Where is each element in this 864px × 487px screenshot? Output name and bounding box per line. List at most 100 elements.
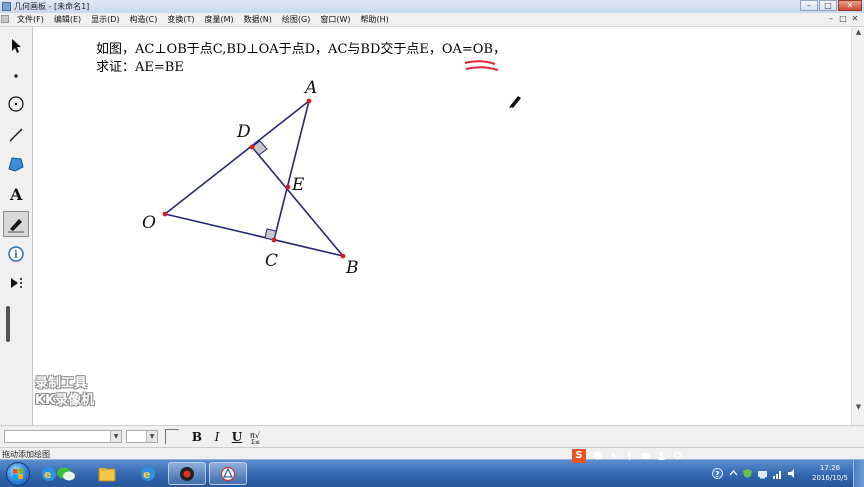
- windows-logo-icon: [13, 469, 23, 479]
- taskbar-wechat[interactable]: [47, 462, 85, 485]
- segment-bd[interactable]: [251, 146, 344, 257]
- geometry-figure: A B C D E O: [142, 60, 499, 278]
- text-tool[interactable]: A: [3, 181, 29, 207]
- label-o[interactable]: O: [142, 213, 156, 233]
- svg-text:A: A: [9, 185, 23, 203]
- color-swatch[interactable]: [165, 429, 179, 444]
- symbol-palette-icon: π√Σ≤: [250, 431, 261, 446]
- line-icon: [9, 128, 23, 142]
- menu-help[interactable]: 帮助(H): [356, 14, 394, 25]
- app-icon: [2, 2, 11, 11]
- toolbox: A i: [0, 27, 33, 425]
- menu-measure[interactable]: 度量(M): [200, 14, 239, 25]
- doc-minimize-button[interactable]: –: [826, 14, 836, 24]
- bold-button[interactable]: B: [189, 429, 205, 445]
- arrow-icon: [12, 39, 21, 53]
- pen-cursor-icon: [509, 96, 521, 108]
- svg-text:Σ≤: Σ≤: [251, 439, 260, 445]
- menu-data[interactable]: 数据(N): [239, 14, 277, 25]
- microphone-icon[interactable]: [624, 450, 635, 461]
- menu-edit[interactable]: 编辑(E): [49, 14, 86, 25]
- font-family-select[interactable]: ▼: [4, 430, 122, 443]
- keyboard-icon[interactable]: [640, 450, 651, 461]
- security-icon[interactable]: [742, 468, 753, 479]
- compass-tool[interactable]: [3, 91, 29, 117]
- doc-close-button[interactable]: ✕: [850, 14, 860, 24]
- network-icon[interactable]: [757, 468, 768, 479]
- menu-transform[interactable]: 变换(T): [162, 14, 199, 25]
- highlight-underline-1: [464, 60, 496, 65]
- help-icon[interactable]: ?: [712, 468, 723, 479]
- straightedge-tool[interactable]: [3, 122, 29, 148]
- scroll-up-icon[interactable]: ▲: [853, 27, 864, 38]
- menu-file[interactable]: 文件(F): [12, 14, 49, 25]
- maximize-button[interactable]: □: [819, 0, 837, 11]
- polygon-icon: [8, 157, 24, 172]
- start-button[interactable]: [6, 462, 30, 486]
- underline-button[interactable]: U: [229, 429, 245, 445]
- font-size-select[interactable]: ▼: [126, 430, 158, 443]
- clock-time: 17:26: [819, 464, 841, 472]
- point-a[interactable]: [306, 98, 312, 104]
- label-a[interactable]: A: [303, 78, 317, 98]
- pen-icon: [8, 219, 24, 233]
- minimize-button[interactable]: –: [800, 0, 818, 11]
- volume-icon[interactable]: [787, 468, 798, 479]
- scroll-down-icon[interactable]: ▼: [853, 402, 864, 413]
- clock[interactable]: 17:26 2016/10/5: [810, 463, 850, 483]
- user-icon[interactable]: [656, 450, 667, 461]
- taskbar-sketchpad[interactable]: [209, 462, 247, 485]
- doc-restore-button[interactable]: □: [838, 14, 848, 24]
- record-icon: [180, 466, 194, 481]
- point-e[interactable]: [285, 184, 291, 190]
- polygon-tool[interactable]: [3, 151, 29, 177]
- point-tool[interactable]: [3, 63, 29, 89]
- text-a-icon: A: [9, 185, 23, 203]
- taskbar-explorer[interactable]: [88, 462, 126, 485]
- clock-date: 2016/10/5: [812, 474, 848, 482]
- point-d[interactable]: [249, 144, 255, 150]
- point-b[interactable]: [340, 253, 346, 259]
- document-icon[interactable]: [1, 15, 9, 23]
- label-e[interactable]: E: [291, 175, 305, 195]
- menu-graph[interactable]: 绘图(G): [277, 14, 315, 25]
- signal-icon[interactable]: [772, 468, 783, 479]
- italic-button[interactable]: I: [209, 429, 225, 445]
- ime-punct-icon[interactable]: [608, 450, 619, 461]
- menu-window[interactable]: 窗口(W): [315, 14, 355, 25]
- title-bar: 几何画板 - [未命名1] – □ ✕: [0, 0, 864, 14]
- play-more-icon: [11, 278, 22, 288]
- wechat-icon: [57, 467, 75, 480]
- sketch-canvas[interactable]: 如图，AC⊥OB于点C,BD⊥OA于点D，AC与BD交于点E，OA=OB， 求证…: [33, 27, 851, 425]
- arrow-select-tool[interactable]: [3, 33, 29, 59]
- ime-mode-icon[interactable]: [592, 450, 603, 461]
- taskbar-ie[interactable]: e: [129, 462, 167, 485]
- sogou-ime-icon: S: [572, 449, 586, 463]
- text-format-bar: ▼ ▼ B I U π√ Σ≤: [0, 425, 864, 448]
- point-o[interactable]: [162, 211, 168, 217]
- information-tool[interactable]: i: [3, 241, 29, 267]
- chevron-down-icon: ▼: [146, 431, 157, 442]
- label-b[interactable]: B: [345, 258, 359, 278]
- ime-bar[interactable]: S: [572, 448, 586, 464]
- menu-construct[interactable]: 构造(C): [125, 14, 163, 25]
- math-symbol-button[interactable]: π√ Σ≤: [249, 429, 265, 446]
- custom-tool[interactable]: [3, 270, 29, 296]
- chevron-down-icon: ▼: [110, 431, 121, 442]
- segment-ob[interactable]: [164, 213, 344, 257]
- segment-oa[interactable]: [164, 100, 310, 215]
- menu-display[interactable]: 显示(D): [86, 14, 124, 25]
- taskbar-recorder[interactable]: [168, 462, 206, 485]
- window-title: 几何画板 - [未命名1]: [14, 2, 90, 11]
- label-c[interactable]: C: [265, 251, 278, 271]
- toolbox-scroll-thumb[interactable]: [6, 306, 10, 342]
- vertical-scrollbar[interactable]: ▲ ▼: [851, 27, 864, 425]
- marker-tool[interactable]: [3, 211, 29, 237]
- show-hidden-icons[interactable]: [728, 468, 739, 479]
- point-c[interactable]: [271, 237, 277, 243]
- settings-icon[interactable]: [672, 450, 683, 461]
- show-desktop-button[interactable]: [853, 460, 864, 487]
- segment-ac[interactable]: [273, 100, 310, 241]
- close-button[interactable]: ✕: [838, 0, 862, 11]
- label-d[interactable]: D: [236, 122, 251, 142]
